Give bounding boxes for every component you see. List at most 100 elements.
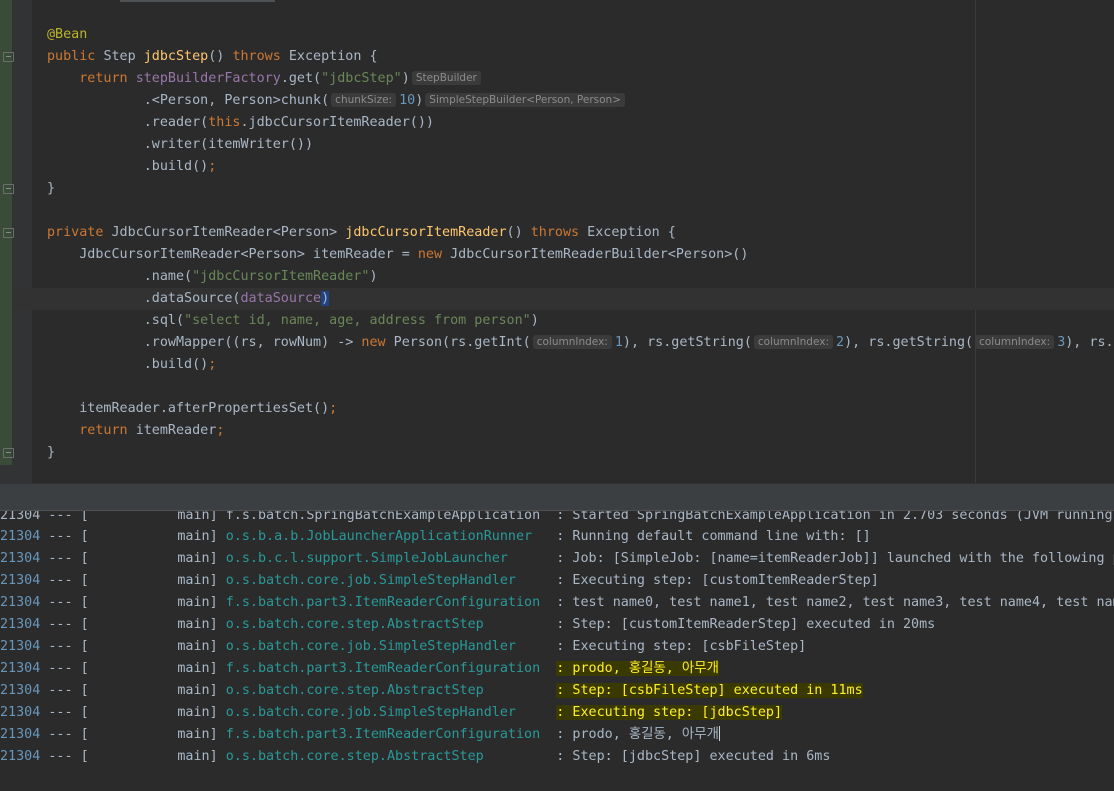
log-line[interactable]: 21304 --- [ main] o.s.batch.core.step.Ab… xyxy=(0,680,1114,702)
log-logger-link[interactable]: o.s.batch.core.job.SimpleStepHandler xyxy=(226,705,516,720)
code-line[interactable]: .sql("select id, name, age, address from… xyxy=(47,310,1114,332)
code-line[interactable]: itemReader.afterPropertiesSet(); xyxy=(47,398,1114,420)
code-line[interactable]: .name("jdbcCursorItemReader") xyxy=(47,266,1114,288)
log-message: : Step: [customItemReaderStep] executed … xyxy=(556,617,936,632)
code-token: .writer(itemWriter()) xyxy=(47,137,314,152)
log-pid: 21304 xyxy=(0,639,41,654)
log-thread: main xyxy=(177,573,210,588)
code-line[interactable]: .<Person, Person>chunk(chunkSize: 10) Simp… xyxy=(47,90,1114,112)
code-token: .<Person, Person>chunk( xyxy=(47,93,330,108)
log-logger-link[interactable]: o.s.batch.core.step.AbstractStep xyxy=(226,749,484,764)
parameter-hint: columnIndex: xyxy=(532,335,612,349)
log-message: : Executing step: [csbFileStep] xyxy=(556,639,807,654)
log-line[interactable]: 21304 --- [ main] o.s.batch.core.job.Sim… xyxy=(0,570,1114,592)
fold-icon[interactable] xyxy=(3,448,14,458)
log-thread: main xyxy=(177,639,210,654)
code-token: ) xyxy=(321,291,330,306)
code-token: JdbcCursorItemReader<Person> xyxy=(111,225,346,240)
log-logger-link[interactable]: f.s.batch.part3.ItemReaderConfiguration xyxy=(226,595,540,610)
log-pid: 21304 xyxy=(0,529,41,544)
code-token: @Bean xyxy=(47,27,88,42)
code-line[interactable] xyxy=(47,200,1114,222)
code-lines[interactable]: @Bean public Step jdbcStep() throws Excep… xyxy=(47,24,1114,464)
code-token: private xyxy=(47,225,112,240)
log-thread: main xyxy=(177,749,210,764)
log-logger-link[interactable]: o.s.batch.core.job.SimpleStepHandler xyxy=(226,639,516,654)
code-token: ; xyxy=(208,357,217,372)
panel-splitter[interactable] xyxy=(0,483,1114,511)
code-token: ), rs.getString( xyxy=(622,335,752,350)
code-token: 1 xyxy=(614,335,623,350)
code-token: ), rs.getString( xyxy=(1065,335,1114,350)
code-line[interactable]: .dataSource(dataSource) xyxy=(47,288,1114,310)
code-line[interactable]: private JdbcCursorItemReader<Person> jdb… xyxy=(47,222,1114,244)
log-logger-link[interactable]: o.s.batch.core.step.AbstractStep xyxy=(226,683,484,698)
code-line[interactable]: .rowMapper((rs, rowNum) -> new Person(rs… xyxy=(47,332,1114,354)
code-line[interactable] xyxy=(47,376,1114,398)
code-token: .rowMapper((rs, rowNum) -> xyxy=(47,335,362,350)
log-logger-link[interactable]: o.s.batch.core.step.AbstractStep xyxy=(226,617,484,632)
code-token: "jdbcStep" xyxy=(321,71,402,86)
log-logger-link[interactable]: f.s.batch.part3.ItemReaderConfiguration xyxy=(226,661,540,676)
log-logger-link[interactable]: o.s.b.c.l.support.SimpleJobLauncher xyxy=(226,551,508,566)
code-line[interactable]: return itemReader; xyxy=(47,420,1114,442)
log-line[interactable]: 21304 --- [ main] o.s.b.a.b.JobLauncherA… xyxy=(0,526,1114,548)
log-message: : test name0, test name1, test name2, te… xyxy=(556,595,1114,610)
code-token: this xyxy=(208,115,241,130)
code-line[interactable]: } xyxy=(47,442,1114,464)
console-partial-line: 21304 --- [ main] f.s.batch.SpringBatchE… xyxy=(0,511,1113,523)
code-line[interactable]: .build(); xyxy=(47,354,1114,376)
log-line[interactable]: 21304 --- [ main] o.s.batch.core.step.Ab… xyxy=(0,614,1114,636)
code-token: .jdbcCursorItemReader()) xyxy=(240,115,434,130)
code-line[interactable]: .writer(itemWriter()) xyxy=(47,134,1114,156)
fold-icon[interactable] xyxy=(3,184,14,194)
log-line[interactable]: 21304 --- [ main] f.s.batch.part3.ItemRe… xyxy=(0,658,1114,680)
log-thread: main xyxy=(177,705,210,720)
code-token: new xyxy=(417,247,451,262)
log-line[interactable]: 21304 --- [ main] f.s.batch.part3.ItemRe… xyxy=(0,592,1114,614)
code-token: throws xyxy=(232,49,289,64)
run-console[interactable]: 21304 --- [ main] f.s.batch.SpringBatchE… xyxy=(0,511,1114,791)
code-token: .build() xyxy=(47,357,209,372)
log-line[interactable]: 21304 --- [ main] o.s.batch.core.step.Ab… xyxy=(0,746,1114,768)
code-token: } xyxy=(47,445,56,460)
log-line[interactable]: 21304 --- [ main] o.s.batch.core.job.Sim… xyxy=(0,702,1114,724)
log-thread: main xyxy=(177,661,210,676)
console-log[interactable]: 21304 --- [ main] o.s.b.a.b.JobLauncherA… xyxy=(0,526,1114,768)
code-line[interactable]: .build(); xyxy=(47,156,1114,178)
log-line[interactable]: 21304 --- [ main] o.s.b.c.l.support.Simp… xyxy=(0,548,1114,570)
code-token: } xyxy=(47,181,56,196)
log-thread: main xyxy=(177,683,210,698)
code-line[interactable]: @Bean xyxy=(47,24,1114,46)
code-token: ) xyxy=(415,93,424,108)
fold-icon[interactable] xyxy=(3,228,14,238)
parameter-hint: SimpleStepBuilder<Person, Person> xyxy=(425,93,626,107)
code-line[interactable]: .reader(this.jdbcCursorItemReader()) xyxy=(47,112,1114,134)
log-line[interactable]: 21304 --- [ main] o.s.batch.core.job.Sim… xyxy=(0,636,1114,658)
code-line[interactable]: } xyxy=(47,178,1114,200)
code-token: jdbcCursorItemReader xyxy=(345,225,507,240)
code-line[interactable]: return stepBuilderFactory.get("jdbcStep"… xyxy=(47,68,1114,90)
log-logger-link[interactable]: f.s.batch.part3.ItemReaderConfiguration xyxy=(226,727,540,742)
code-editor[interactable]: @Bean public Step jdbcStep() throws Excep… xyxy=(0,0,1114,483)
code-token: () xyxy=(506,225,531,240)
log-logger-link[interactable]: o.s.batch.core.job.SimpleStepHandler xyxy=(226,573,516,588)
code-token: throws xyxy=(530,225,588,240)
code-line[interactable]: JdbcCursorItemReader<Person> itemReader … xyxy=(47,244,1114,266)
code-line[interactable]: public Step jdbcStep() throws Exception … xyxy=(47,46,1114,68)
code-token: Exception { xyxy=(288,49,378,64)
code-token: itemReader xyxy=(135,423,217,438)
log-line[interactable]: 21304 --- [ main] f.s.batch.part3.ItemRe… xyxy=(0,724,1114,746)
log-logger-link[interactable]: o.s.b.a.b.JobLauncherApplicationRunner xyxy=(226,529,532,544)
log-thread: main xyxy=(177,595,210,610)
fold-icon[interactable] xyxy=(3,52,14,62)
code-token: dataSource xyxy=(240,291,322,306)
log-pid: 21304 xyxy=(0,551,41,566)
code-token: ; xyxy=(216,423,225,438)
log-thread: main xyxy=(177,727,210,742)
parameter-hint: columnIndex: xyxy=(975,335,1055,349)
code-token: return xyxy=(79,71,136,86)
code-token: 2 xyxy=(836,335,845,350)
log-pid: 21304 xyxy=(0,617,41,632)
